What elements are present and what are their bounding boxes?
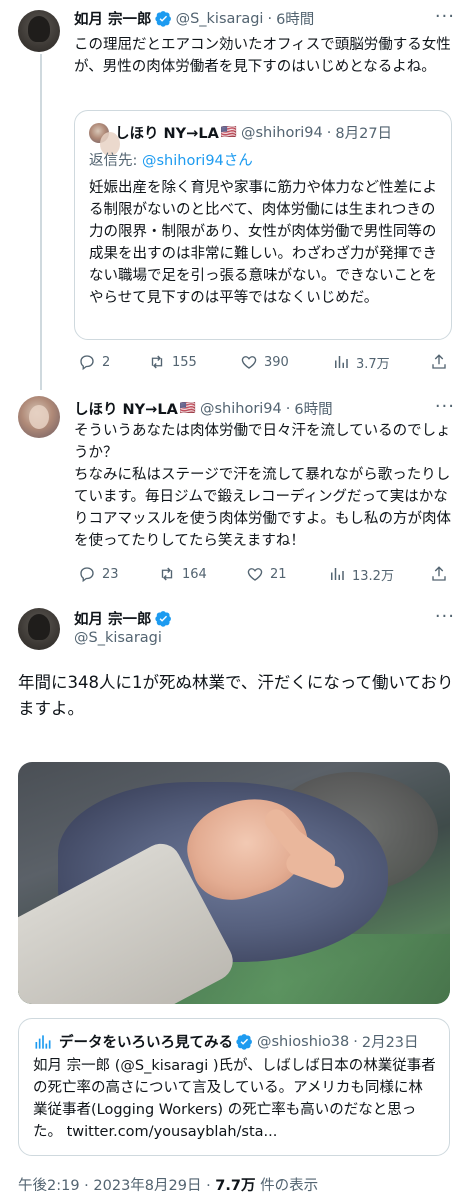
card-text: 如月 宗一郎 (@S_kisaragi )氏が、しばしば日本の林業従事者の死亡率… (33, 1058, 436, 1140)
views-button[interactable]: 3.7万 (332, 353, 390, 372)
avatar[interactable] (18, 608, 60, 650)
like-button[interactable]: 21 (246, 565, 287, 583)
display-name[interactable]: 如月 宗一郎 (74, 8, 152, 29)
separator-dot: · (267, 10, 273, 27)
verified-icon (154, 11, 171, 27)
verified-icon (236, 1034, 252, 1050)
reply-to-suffix: さん (223, 153, 253, 169)
tweet-text: 年間に348人に1が死ぬ林業で、汗だくになって働いておりますよ。 (18, 673, 454, 718)
reply-icon (80, 567, 94, 583)
views-count: 3.7万 (356, 356, 390, 372)
tweet-header: しほり NY→LA 🇺🇸 @shihori94 · 6時間 (74, 398, 333, 419)
post-date[interactable]: 2023年8月29日 (93, 1178, 201, 1194)
views-count: 13.2万 (352, 568, 394, 584)
views-icon (331, 568, 344, 580)
reply-button[interactable]: 23 (78, 565, 119, 583)
post-time[interactable]: 午後2:19 (18, 1178, 80, 1194)
tweet-text-1: そういうあなたは肉体労働で日々汗を流しているのでしょうか？ (74, 423, 451, 461)
display-name[interactable]: しほり NY→LA (74, 398, 178, 419)
separator-dot: · (326, 124, 332, 141)
verified-icon (154, 611, 171, 627)
reply-button[interactable]: 2 (78, 353, 110, 371)
separator-dot: · (206, 1178, 211, 1194)
display-name: データをいろいろ見てみる (59, 1035, 233, 1051)
more-icon[interactable]: ··· (435, 6, 455, 27)
retweet-icon (151, 355, 163, 369)
retweet-icon (161, 567, 173, 581)
action-bar: 23 164 21 13.2万 (74, 564, 452, 584)
card-header: データをいろいろ見てみる @shioshio38 · 2月23日 (33, 1031, 419, 1052)
quoted-tweet[interactable]: しほり NY→LA 🇺🇸 @shihori94 · 8月27日 返信先: @sh… (74, 110, 452, 340)
reply-icon (80, 355, 94, 371)
views-icon (335, 356, 348, 368)
tweet-kisaragi-1[interactable]: 如月 宗一郎 @S_kisaragi · 6時間 ··· この理屈だとエアコン効… (0, 0, 469, 388)
tweet-header: 如月 宗一郎 (74, 608, 172, 629)
timestamp: 8月27日 (335, 126, 393, 142)
retweet-count: 164 (182, 566, 207, 582)
display-name: しほり NY→LA (115, 126, 219, 142)
timestamp[interactable]: 6時間 (276, 8, 314, 29)
tweet-metadata: 午後2:19 · 2023年8月29日 · 7.7万 件の表示 (18, 1174, 318, 1195)
handle: @shihori94 (240, 124, 323, 141)
reply-to-mention[interactable]: @shihori94 (142, 153, 224, 169)
separator-dot: · (84, 1178, 89, 1194)
attached-photo[interactable] (18, 762, 450, 1004)
quote-text: 妊娠出産を除く育児や家事に筋力や体力など性差による制限がないのと比べて、肉体労働… (89, 180, 437, 306)
avatar (89, 123, 120, 156)
flag-icon: 🇺🇸 (220, 125, 237, 140)
separator-dot: · (353, 1033, 358, 1050)
avatar[interactable] (18, 396, 60, 438)
tweet-shihori[interactable]: しほり NY→LA 🇺🇸 @shihori94 · 6時間 ··· そういうあな… (0, 390, 469, 600)
action-bar: 2 155 390 3.7万 (74, 352, 452, 372)
handle[interactable]: @S_kisaragi (74, 630, 162, 646)
like-icon (247, 568, 263, 581)
view-label: 件の表示 (255, 1178, 319, 1194)
view-count: 7.7万 (215, 1178, 256, 1194)
like-button[interactable]: 390 (240, 353, 289, 371)
retweet-button[interactable]: 164 (158, 565, 207, 583)
reply-count: 23 (102, 566, 119, 582)
tweet-header: 如月 宗一郎 @S_kisaragi · 6時間 (74, 8, 314, 29)
share-button[interactable] (430, 565, 448, 583)
retweet-button[interactable]: 155 (148, 353, 197, 371)
bar-chart-icon (35, 1034, 51, 1049)
views-button[interactable]: 13.2万 (328, 565, 394, 584)
like-count: 390 (264, 354, 289, 370)
separator-dot: · (285, 400, 291, 417)
tweet-text: この理屈だとエアコン効いたオフィスで頭脳労働する女性が、男性の肉体労働者を見下す… (74, 37, 451, 75)
flag-icon: 🇺🇸 (179, 401, 196, 416)
thread-line (40, 54, 42, 390)
more-icon[interactable]: ··· (435, 396, 455, 417)
timestamp[interactable]: 6時間 (294, 398, 332, 419)
like-icon (241, 356, 257, 369)
share-icon (432, 354, 446, 369)
timestamp: 2月23日 (361, 1035, 419, 1051)
retweet-count: 155 (172, 354, 197, 370)
reply-count: 2 (102, 354, 111, 370)
handle-row: @S_kisaragi (74, 630, 162, 646)
more-icon[interactable]: ··· (435, 606, 455, 627)
handle[interactable]: @shihori94 (200, 401, 282, 417)
quoted-tweet-card[interactable]: データをいろいろ見てみる @shioshio38 · 2月23日 如月 宗一郎 … (18, 1018, 450, 1156)
share-button[interactable] (430, 353, 448, 371)
share-icon (432, 566, 446, 581)
quote-header: しほり NY→LA 🇺🇸 @shihori94 · 8月27日 (115, 122, 392, 143)
reply-to-prefix: 返信先: (89, 153, 142, 169)
handle[interactable]: @S_kisaragi (176, 11, 264, 27)
tweet-text-2: ちなみに私はステージで汗を流して暴れながら歌ったりしています。毎日ジムで鍛えレコ… (74, 467, 451, 549)
like-count: 21 (270, 566, 287, 582)
display-name[interactable]: 如月 宗一郎 (74, 608, 152, 629)
avatar[interactable] (18, 10, 60, 52)
reply-to-line: 返信先: @shihori94さん (89, 149, 253, 170)
handle: @shioshio38 (257, 1033, 350, 1050)
